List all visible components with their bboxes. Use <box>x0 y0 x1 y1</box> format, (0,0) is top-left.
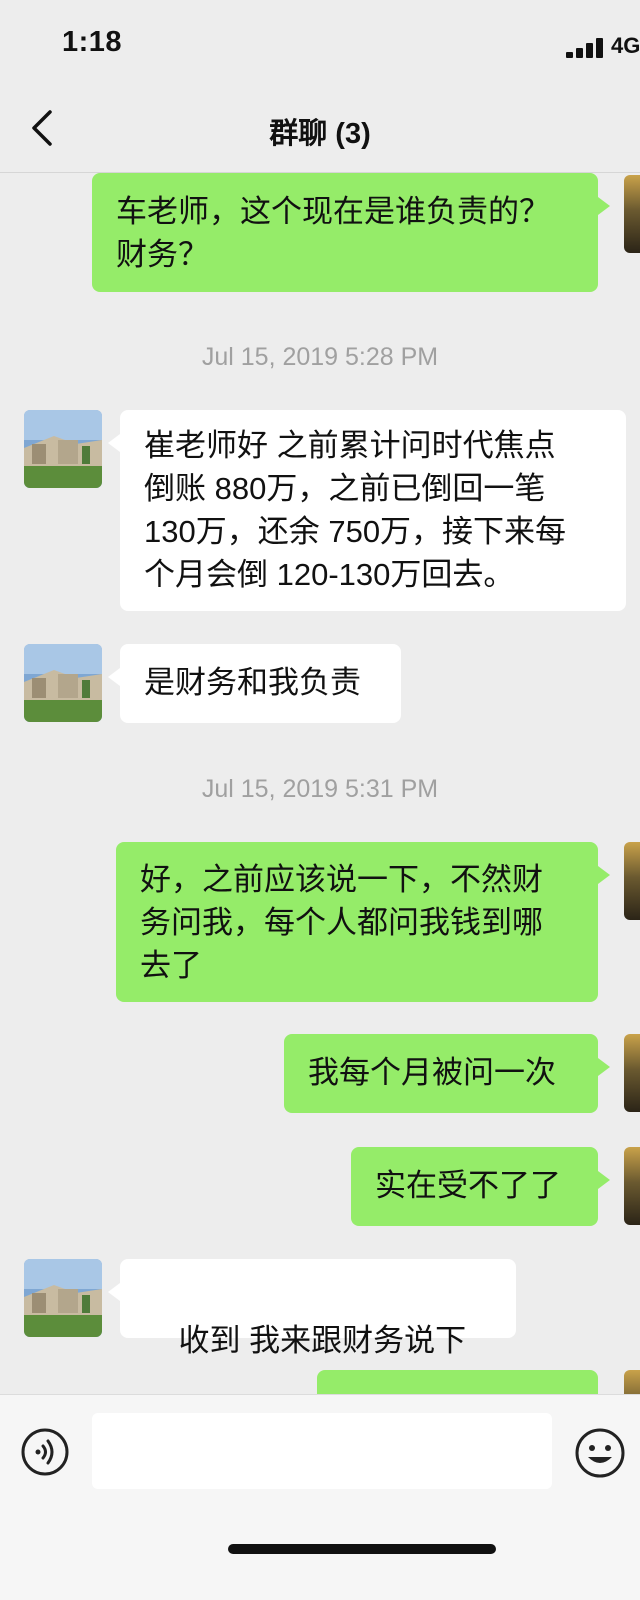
message-bubble-received[interactable]: 是财务和我负责 <box>108 644 401 723</box>
my-avatar[interactable] <box>624 842 640 920</box>
smiley-icon <box>575 1428 625 1478</box>
my-avatar[interactable] <box>624 1034 640 1112</box>
status-time: 1:18 <box>62 26 123 58</box>
message-bubble-sent[interactable]: 车老师，这个现在是谁负责的？ 财务？ <box>92 173 610 292</box>
my-avatar[interactable] <box>624 175 640 253</box>
voice-button[interactable] <box>20 1427 70 1477</box>
message-bubble-sent[interactable]: 好，之前应该说一下，不然财 务问我，每个人都问我钱到哪 去了 <box>116 842 610 1002</box>
contact-avatar[interactable] <box>24 410 102 488</box>
nav-bar: 群聊 (3) <box>0 88 640 173</box>
message-input[interactable] <box>92 1413 552 1489</box>
timestamp: Jul 15, 2019 5:28 PM <box>201 343 439 371</box>
message-bubble-sent[interactable]: 实在受不了了 <box>351 1147 610 1226</box>
my-avatar[interactable] <box>624 1147 640 1225</box>
message-bubble-sent[interactable]: 我每个月被问一次 <box>284 1034 610 1113</box>
message-bubble-received[interactable]: 崔老师好 之前累计问时代焦点 倒账 880万，之前已倒回一笔 130万，还余 7… <box>108 410 626 611</box>
contact-avatar[interactable] <box>24 1259 102 1337</box>
network-type: 4G <box>611 33 640 58</box>
voice-icon <box>21 1428 69 1476</box>
input-bar <box>0 1394 640 1600</box>
chat-title: 群聊 (3) <box>269 118 371 150</box>
status-bar: 1:18 4G <box>0 0 640 88</box>
message-text: 收到 我来跟财务说下 <box>178 1323 467 1358</box>
emoji-button[interactable] <box>574 1427 626 1479</box>
timestamp: Jul 15, 2019 5:31 PM <box>201 775 439 803</box>
chat-area[interactable]: 车老师，这个现在是谁负责的？ 财务？ Jul 15, 2019 5:28 PM … <box>0 173 640 1420</box>
contact-avatar[interactable] <box>24 644 102 722</box>
message-bubble-received[interactable]: 收到 我来跟财务说下 <box>108 1259 516 1420</box>
signal-icon <box>566 38 606 58</box>
home-indicator[interactable] <box>228 1544 496 1554</box>
